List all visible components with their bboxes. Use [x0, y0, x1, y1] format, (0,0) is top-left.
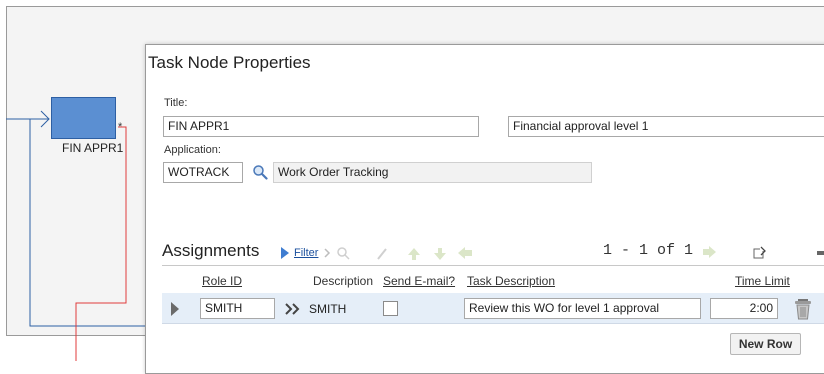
next-page-icon[interactable] — [702, 244, 718, 260]
search-icon-handle — [344, 254, 350, 260]
clear-filter-icon[interactable] — [377, 248, 387, 260]
column-description: Description — [313, 274, 374, 288]
previous-page-icon[interactable] — [458, 247, 472, 259]
application-label: Application: — [164, 144, 221, 156]
arrow-up-icon[interactable] — [408, 248, 420, 260]
application-description-field: Work Order Tracking — [273, 162, 592, 183]
task-node-properties-dialog: Task Node Properties Title: FIN APPR1 Fi… — [145, 44, 824, 374]
search-icon[interactable] — [337, 247, 347, 257]
assignments-rule — [162, 265, 824, 266]
task-node-label: FIN APPR1 — [62, 141, 124, 155]
filter-arrow-icon[interactable] — [280, 247, 290, 259]
table-row[interactable]: SMITH SMITH Review this WO for level 1 a… — [162, 293, 824, 324]
task-description-input[interactable]: Review this WO for level 1 approval — [464, 298, 701, 319]
magnifier-icon[interactable] — [252, 164, 268, 180]
node-marker: * — [118, 121, 123, 133]
double-chevron-icon[interactable] — [285, 303, 301, 315]
chevron-right-icon — [324, 248, 331, 258]
arrow-down-icon[interactable] — [434, 248, 446, 260]
new-row-button[interactable]: New Row — [730, 333, 801, 355]
title-input[interactable]: FIN APPR1 — [163, 116, 479, 137]
application-input[interactable]: WOTRACK — [163, 162, 243, 183]
task-node[interactable] — [51, 97, 116, 139]
column-role-id[interactable]: Role ID — [202, 274, 242, 288]
column-time-limit[interactable]: Time Limit — [735, 274, 790, 288]
trash-icon[interactable] — [794, 298, 812, 320]
filter-link[interactable]: Filter — [294, 247, 318, 259]
time-limit-input[interactable]: 2:00 — [710, 298, 778, 319]
role-id-input[interactable]: SMITH — [200, 298, 275, 319]
download-icon[interactable] — [753, 246, 767, 260]
send-email-checkbox[interactable] — [383, 301, 398, 316]
table-toolbar-icons — [324, 247, 472, 260]
assignments-table-header: Role ID Description Send E-mail? Task De… — [162, 267, 824, 293]
column-task-description[interactable]: Task Description — [467, 274, 555, 288]
title-description-input[interactable]: Financial approval level 1 — [508, 116, 824, 137]
expand-row-icon[interactable] — [170, 302, 180, 316]
title-label: Title: — [164, 97, 188, 109]
minimize-icon[interactable] — [816, 249, 824, 259]
dialog-title: Task Node Properties — [148, 53, 311, 72]
pager-text: 1 - 1 of 1 — [603, 242, 694, 259]
assignments-title: Assignments — [162, 241, 260, 260]
role-description: SMITH — [309, 302, 347, 316]
column-send-email[interactable]: Send E-mail? — [383, 274, 455, 288]
